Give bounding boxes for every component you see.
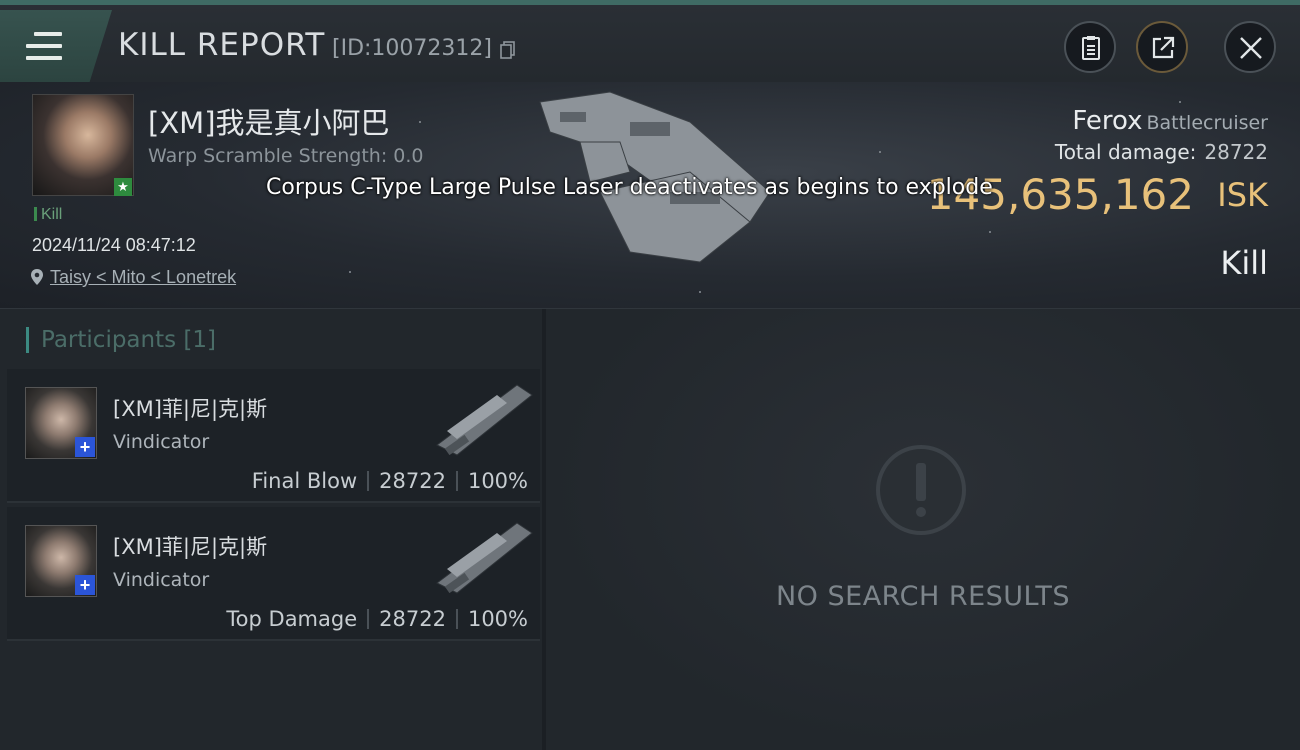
kill-type-label: Kill bbox=[1220, 244, 1268, 282]
participant-damage: 28722 bbox=[379, 607, 446, 631]
participants-title: Participants [1] bbox=[26, 327, 216, 353]
participant-ship: Vindicator bbox=[113, 431, 210, 453]
report-id: [ID:10072312] bbox=[332, 36, 492, 61]
ship-name[interactable]: Ferox Battlecruiser bbox=[1072, 106, 1268, 136]
kill-summary-banner: ★ [XM]我是真小阿巴 Warp Scramble Strength: 0.0… bbox=[0, 82, 1300, 309]
ship-type: Ferox bbox=[1072, 106, 1143, 136]
participant-role: Top Damage bbox=[226, 607, 358, 631]
clipboard-icon bbox=[1082, 36, 1100, 60]
close-icon bbox=[1240, 37, 1262, 59]
detail-panel: NO SEARCH RESULTS bbox=[546, 309, 1300, 750]
victim-name[interactable]: [XM]我是真小阿巴 bbox=[148, 100, 390, 142]
participant-stats: Top Damage 28722 100% bbox=[226, 607, 528, 631]
participant-row[interactable]: + [XM]菲|尼|克|斯 Vindicator Top Damage 28722… bbox=[7, 507, 540, 641]
page-title: KILL REPORT bbox=[118, 27, 326, 63]
clipboard-button[interactable] bbox=[1064, 21, 1116, 73]
participant-percent: 100% bbox=[467, 469, 528, 493]
location-text[interactable]: Taisy < Mito < Lonetrek bbox=[50, 267, 236, 287]
location-pin-icon bbox=[31, 269, 43, 285]
warp-scramble-strength: Warp Scramble Strength: 0.0 bbox=[148, 145, 424, 167]
kill-tag: Kill bbox=[34, 206, 62, 224]
kill-timestamp: 2024/11/24 08:47:12 bbox=[32, 235, 196, 255]
weapon-module-image bbox=[436, 384, 533, 456]
top-bar: KILL REPORT [ID:10072312] bbox=[0, 0, 1300, 82]
participant-row[interactable]: + [XM]菲|尼|克|斯 Vindicator Final Blow 28722… bbox=[7, 369, 540, 503]
kill-report-window: KILL REPORT [ID:10072312] ★ [XM]我是真小阿巴 W… bbox=[0, 0, 1300, 750]
participant-name: [XM]菲|尼|克|斯 bbox=[113, 535, 268, 559]
combat-notification: Corpus C-Type Large Pulse Laser deactiva… bbox=[266, 175, 993, 200]
participant-ship: Vindicator bbox=[113, 569, 210, 591]
empty-state-text: NO SEARCH RESULTS bbox=[775, 581, 1071, 612]
kill-location-link[interactable]: Taisy < Mito < Lonetrek bbox=[30, 267, 236, 288]
plus-icon[interactable]: + bbox=[75, 575, 95, 595]
participants-panel: Participants [1] + [XM]菲|尼|克|斯 Vindicato… bbox=[0, 309, 542, 750]
hamburger-menu-icon[interactable] bbox=[26, 32, 62, 60]
share-export-icon bbox=[1152, 36, 1175, 59]
total-damage-label: Total damage: bbox=[1054, 140, 1197, 164]
close-button[interactable] bbox=[1224, 21, 1276, 73]
participant-stats: Final Blow 28722 100% bbox=[252, 469, 528, 493]
ship-class: Battlecruiser bbox=[1146, 112, 1268, 134]
exclamation-icon bbox=[876, 445, 966, 535]
export-button[interactable] bbox=[1136, 21, 1188, 73]
total-damage: Total damage: 28722 bbox=[1055, 140, 1268, 164]
participant-role: Final Blow bbox=[251, 469, 358, 493]
star-badge-icon: ★ bbox=[114, 178, 132, 196]
participant-damage: 28722 bbox=[379, 469, 446, 493]
participant-percent: 100% bbox=[467, 607, 528, 631]
total-damage-value: 28722 bbox=[1204, 140, 1268, 164]
plus-icon[interactable]: + bbox=[75, 437, 95, 457]
weapon-module-image bbox=[436, 522, 533, 594]
copy-icon[interactable] bbox=[500, 41, 516, 59]
participant-name: [XM]菲|尼|克|斯 bbox=[113, 397, 268, 421]
menu-button[interactable] bbox=[0, 10, 112, 82]
isk-unit: ISK bbox=[1217, 176, 1268, 214]
